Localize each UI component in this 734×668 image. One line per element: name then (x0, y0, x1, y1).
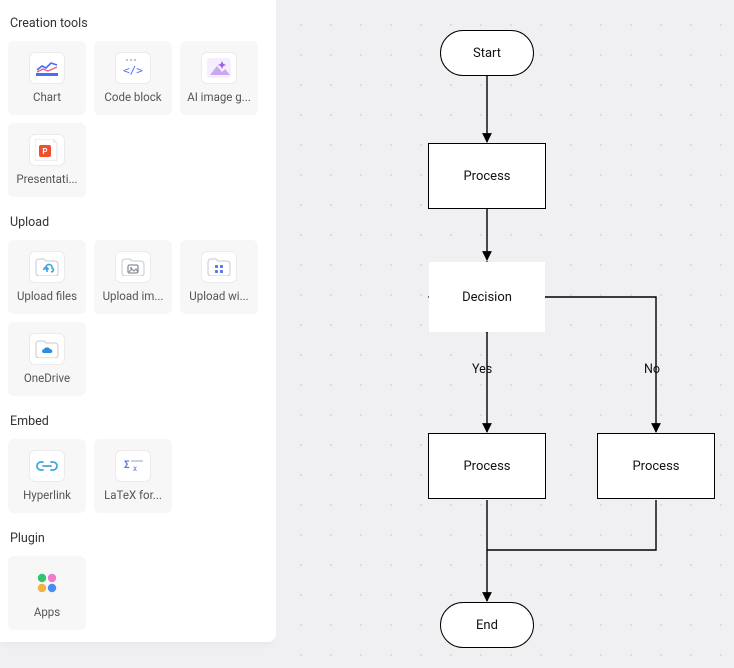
tool-label: Upload files (12, 289, 82, 303)
tool-chart[interactable]: Chart (8, 41, 86, 115)
svg-text:Σ: Σ (124, 460, 130, 471)
tool-hyperlink[interactable]: Hyperlink (8, 439, 86, 513)
code-block-icon: </> (115, 52, 151, 84)
tool-upload-files[interactable]: Upload files (8, 240, 86, 314)
tool-presentation[interactable]: P Presentati... (8, 123, 86, 197)
embed-grid: Hyperlink Σ x LaTeX for... (8, 439, 268, 513)
tool-ai-image[interactable]: AI image g... (180, 41, 258, 115)
tool-onedrive[interactable]: OneDrive (8, 322, 86, 396)
node-label: Process (463, 169, 510, 184)
section-heading-creation: Creation tools (8, 12, 268, 41)
flow-node-process-yes[interactable]: Process (428, 433, 546, 499)
edge-label-no: No (644, 362, 660, 377)
tool-label: Upload wi... (184, 289, 254, 303)
edge-label-yes: Yes (472, 362, 492, 377)
tool-label: Apps (12, 605, 82, 619)
plugin-grid: Apps (8, 556, 268, 630)
upload-widget-icon (201, 251, 237, 283)
chart-icon (29, 52, 65, 84)
node-label: End (476, 618, 498, 633)
hyperlink-icon (29, 450, 65, 482)
flow-node-end[interactable]: End (440, 602, 534, 648)
flowchart-canvas[interactable]: Start Process Decision Yes No Process Pr… (276, 0, 734, 668)
svg-text:x: x (133, 464, 137, 473)
flow-node-start[interactable]: Start (440, 30, 534, 76)
tool-label: LaTeX for... (98, 488, 168, 502)
latex-icon: Σ x (115, 450, 151, 482)
tool-upload-images[interactable]: Upload im... (94, 240, 172, 314)
tool-label: Code block (98, 90, 168, 104)
node-label: Start (473, 46, 501, 61)
tool-label: Presentati... (12, 172, 82, 186)
tool-upload-widget[interactable]: Upload wi... (180, 240, 258, 314)
upload-files-icon (29, 251, 65, 283)
section-heading-plugin: Plugin (8, 527, 268, 556)
node-label: Decision (462, 290, 512, 305)
presentation-icon: P (29, 134, 65, 166)
svg-text:</>: </> (123, 64, 143, 77)
flow-node-decision[interactable]: Decision (429, 262, 545, 332)
section-heading-upload: Upload (8, 211, 268, 240)
ai-image-icon (201, 52, 237, 84)
onedrive-icon (29, 333, 65, 365)
upload-grid: Upload files Upload im... (8, 240, 268, 396)
svg-text:P: P (42, 147, 47, 156)
tool-label: Hyperlink (12, 488, 82, 502)
apps-icon (29, 567, 65, 599)
flow-node-process-no[interactable]: Process (597, 433, 715, 499)
tool-label: AI image g... (184, 90, 254, 104)
flow-node-process-1[interactable]: Process (428, 143, 546, 209)
node-label: Process (463, 459, 510, 474)
upload-images-icon (115, 251, 151, 283)
tool-label: OneDrive (12, 371, 82, 385)
tool-latex[interactable]: Σ x LaTeX for... (94, 439, 172, 513)
tool-apps[interactable]: Apps (8, 556, 86, 630)
node-label: Process (632, 459, 679, 474)
tool-code-block[interactable]: </> Code block (94, 41, 172, 115)
tools-sidebar: Creation tools Chart </> Code block (0, 0, 276, 642)
section-heading-embed: Embed (8, 410, 268, 439)
tool-label: Upload im... (98, 289, 168, 303)
flowchart-edges (276, 0, 734, 668)
tool-label: Chart (12, 90, 82, 104)
creation-tools-grid: Chart </> Code block AI image g... (8, 41, 268, 197)
